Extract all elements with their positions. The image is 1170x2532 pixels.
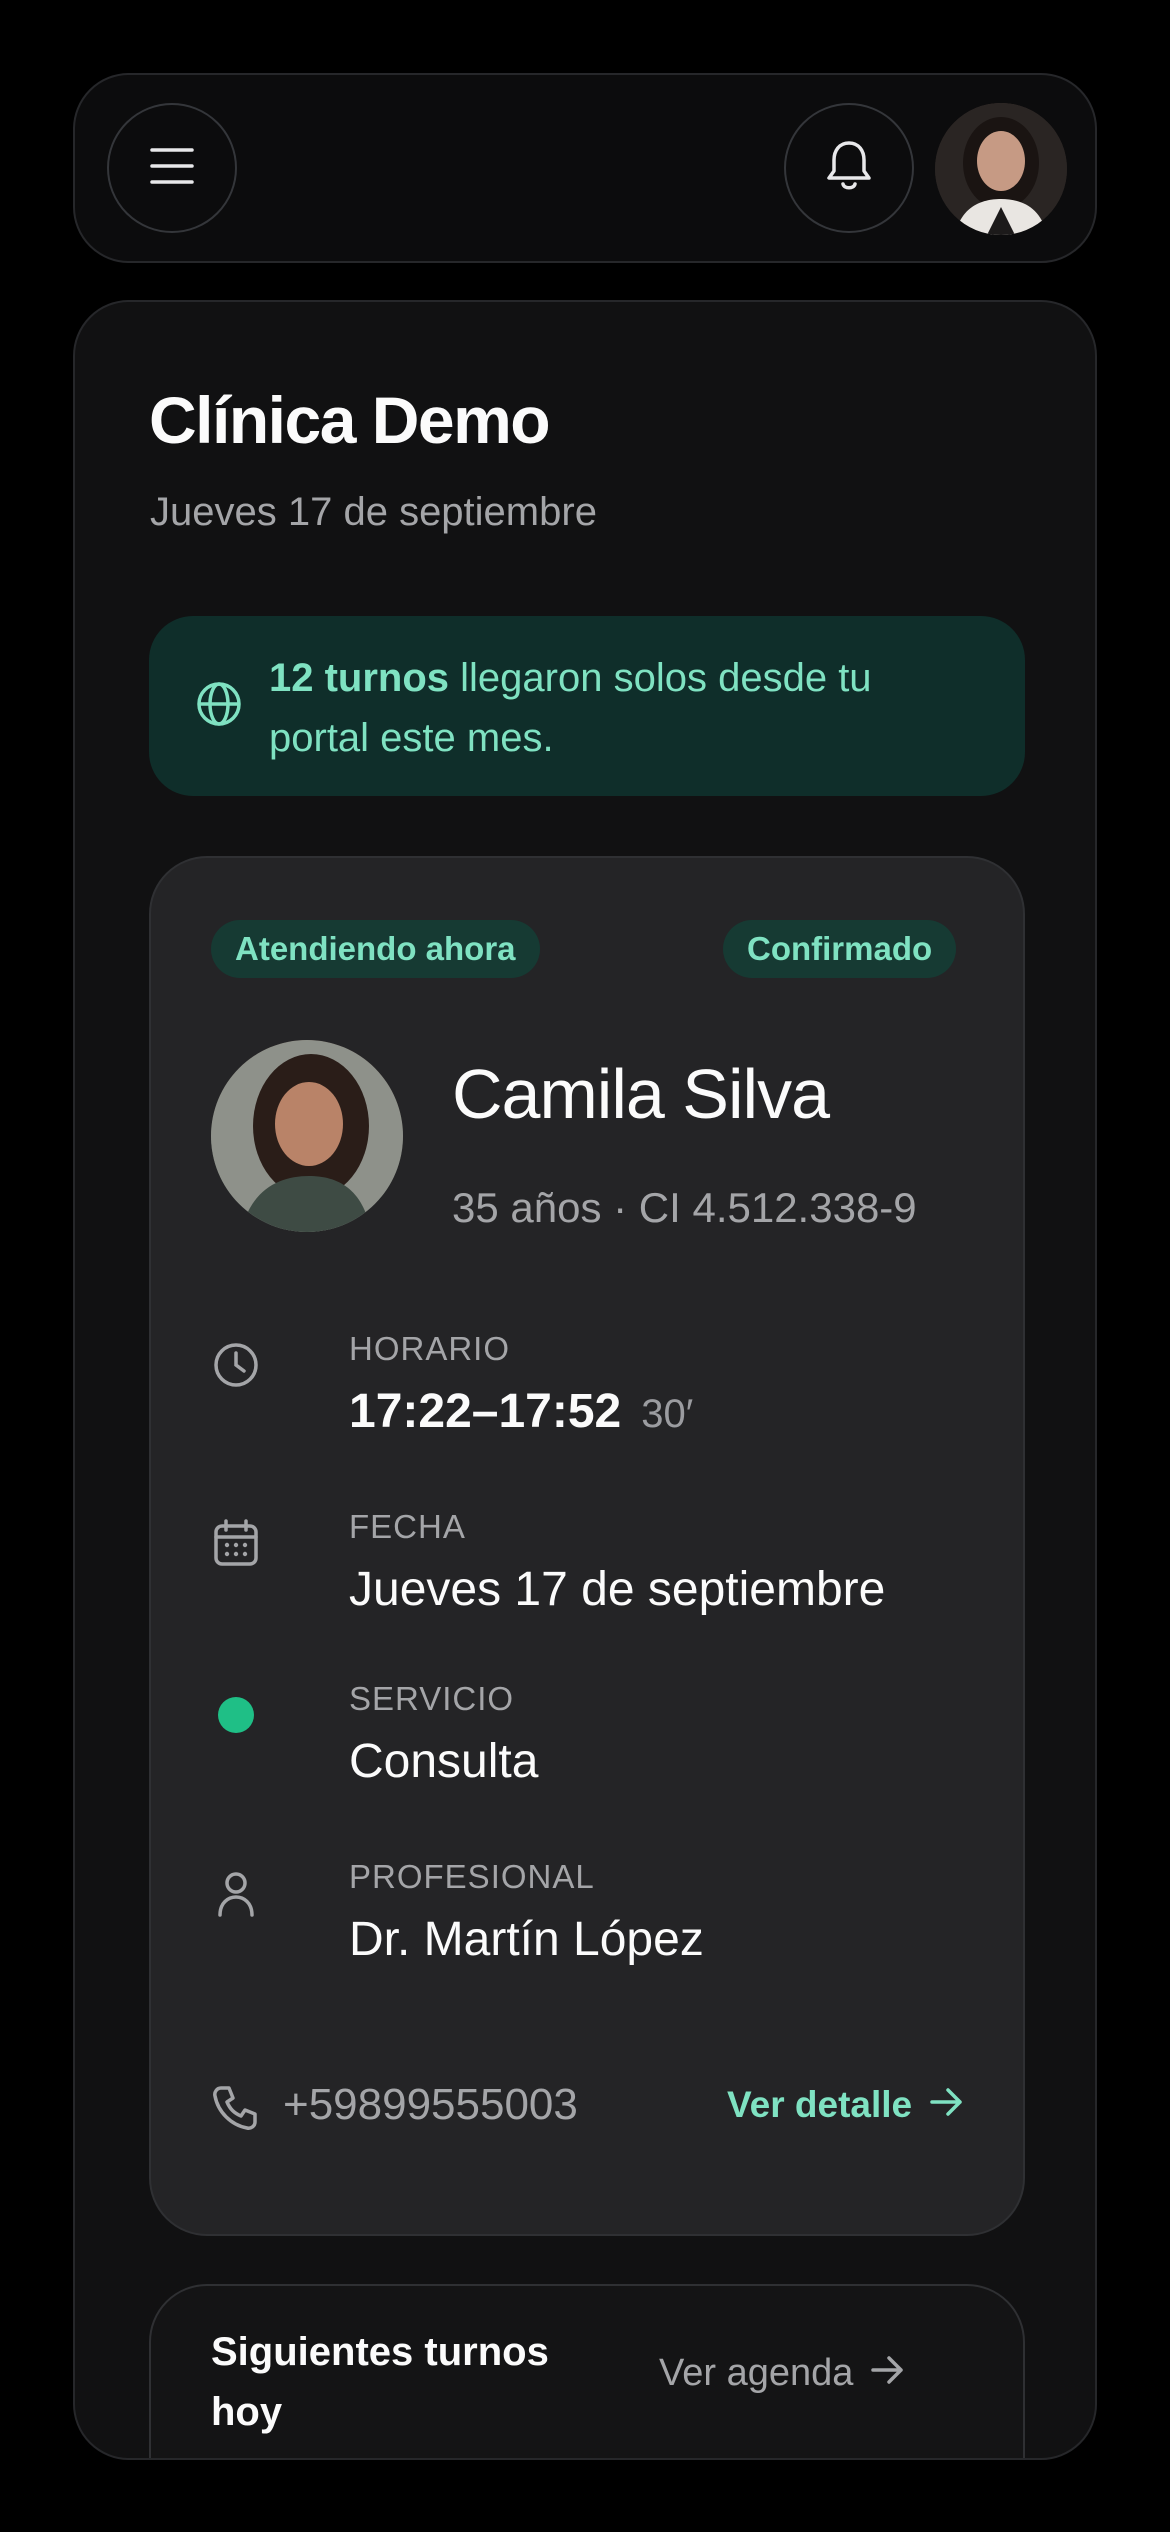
current-appointment-card[interactable]: Atendiendo ahora Confirmado Camila Silva… — [149, 856, 1025, 2236]
clock-icon — [211, 1340, 261, 1390]
next-appointments-title: Siguientes turnos hoy — [211, 2330, 549, 2434]
status-badge-now: Atendiendo ahora — [211, 920, 540, 978]
menu-icon — [150, 146, 194, 191]
status-badge-confirmed: Confirmado — [723, 920, 957, 978]
calendar-icon — [211, 1518, 261, 1568]
service-value: Consulta — [349, 1735, 539, 1788]
banner-highlight: 12 turnos — [269, 656, 450, 700]
patient-name: Camila Silva — [452, 1055, 830, 1133]
date-value: Jueves 17 de septiembre — [349, 1563, 886, 1616]
patient-meta: 35 años · CI 4.512.338-9 — [452, 1184, 917, 1231]
phone-icon — [211, 2084, 259, 2137]
notifications-button[interactable] — [784, 103, 914, 233]
date-label: FECHA — [349, 1508, 466, 1545]
schedule-label: HORARIO — [349, 1330, 511, 1367]
view-agenda-label: Ver agenda — [659, 2352, 854, 2394]
user-avatar[interactable] — [935, 103, 1067, 235]
page-title: Clínica Demo — [149, 383, 551, 457]
arrow-right-icon — [930, 2084, 964, 2126]
schedule-value: 17:22–17:52 30′ — [349, 1384, 693, 1439]
avatar-image — [935, 103, 1067, 235]
globe-icon — [195, 680, 243, 733]
schedule-duration: 30′ — [641, 1392, 694, 1436]
patient-avatar — [211, 1040, 403, 1232]
page-date: Jueves 17 de septiembre — [150, 490, 597, 534]
menu-button[interactable] — [107, 103, 237, 233]
main-panel: Clínica Demo Jueves 17 de septiembre 12 … — [73, 300, 1097, 2460]
user-icon — [211, 1868, 261, 1918]
portal-banner: 12 turnos llegaron solos desde tu portal… — [149, 616, 1025, 796]
service-label: SERVICIO — [349, 1680, 515, 1717]
arrow-right-icon — [871, 2352, 905, 2395]
phone-number: +59899555003 — [283, 2080, 578, 2129]
top-bar — [73, 73, 1097, 263]
view-detail-label: Ver detalle — [727, 2084, 913, 2125]
service-dot-icon — [211, 1690, 261, 1740]
professional-label: PROFESIONAL — [349, 1858, 595, 1895]
banner-text: 12 turnos llegaron solos desde tu portal… — [269, 648, 969, 768]
schedule-time: 17:22–17:52 — [349, 1385, 622, 1438]
bell-icon — [825, 138, 873, 199]
professional-value: Dr. Martín López — [349, 1913, 704, 1966]
next-appointments-section: Siguientes turnos hoy Ver agenda — [149, 2284, 1025, 2458]
view-detail-link[interactable]: Ver detalle — [727, 2084, 964, 2126]
view-agenda-link[interactable]: Ver agenda — [659, 2352, 905, 2395]
